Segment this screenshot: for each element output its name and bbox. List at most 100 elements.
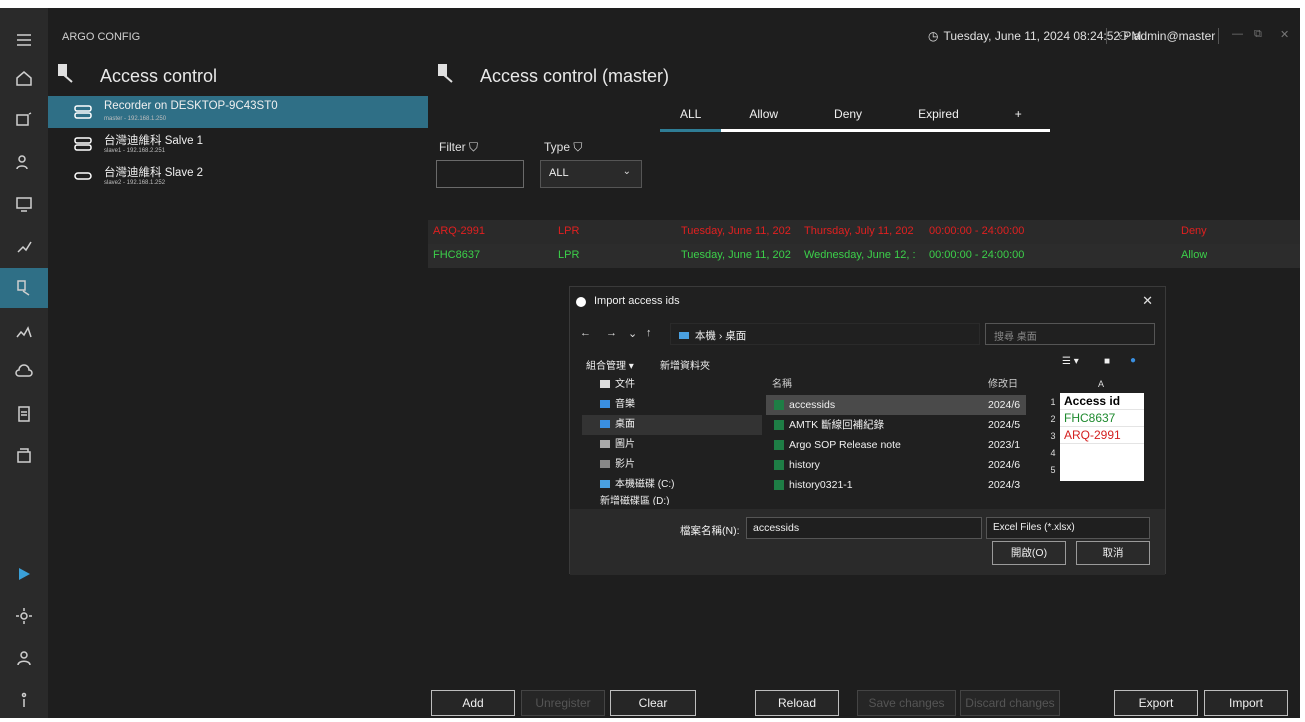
- forward-icon[interactable]: →: [606, 327, 617, 339]
- save-changes-button[interactable]: Save changes: [857, 690, 956, 716]
- type-select-value: ALL: [549, 167, 569, 179]
- funnel-icon[interactable]: ⛉: [573, 140, 582, 154]
- tab-allow[interactable]: Allow: [721, 100, 806, 132]
- device-item[interactable]: 台灣迪維科 Slave 2 slave2 - 192.168.1.252: [48, 160, 428, 192]
- filename-input[interactable]: accessids: [746, 517, 982, 539]
- back-icon[interactable]: ←: [580, 327, 591, 339]
- add-button[interactable]: Add: [431, 690, 515, 716]
- filetype-value: Excel Files (*.xlsx): [993, 522, 1075, 533]
- excel-file-icon: [774, 460, 784, 471]
- table-row[interactable]: FHC8637 LPR Tuesday, June 11, 202 Wednes…: [428, 244, 1300, 268]
- filter-label: Filter ⛉: [439, 140, 478, 155]
- view-icon[interactable]: ☰ ▾: [1062, 356, 1079, 367]
- new-folder-button[interactable]: 新增資料夾: [660, 357, 710, 372]
- preview-row-number: 2: [1050, 414, 1056, 424]
- file-date: 2024/6: [988, 399, 1021, 411]
- tree-item[interactable]: 文件: [582, 375, 762, 395]
- tree-label: 本機磁碟 (C:): [615, 479, 675, 490]
- preview-pane-icon[interactable]: ■: [1104, 356, 1110, 367]
- import-dialog: Import access ids ✕ ← → ⌄ ↑ 本機 › 桌面 搜尋 桌…: [569, 286, 1166, 575]
- open-button[interactable]: 開啟(O): [992, 541, 1066, 565]
- path-box[interactable]: 本機 › 桌面: [670, 323, 980, 345]
- home-icon[interactable]: [0, 58, 48, 98]
- tree-item[interactable]: 本機磁碟 (C:): [582, 475, 762, 495]
- filter-input[interactable]: [436, 160, 524, 188]
- report-icon[interactable]: [0, 394, 48, 434]
- dialog-toolbar: 組合管理 ▾ 新增資料夾 ☰ ▾ ■ ●: [570, 353, 1165, 375]
- minimize-icon[interactable]: —: [1232, 28, 1243, 40]
- tree-item[interactable]: 桌面: [582, 415, 762, 435]
- tree-item[interactable]: 音樂: [582, 395, 762, 415]
- file-preview: A 1 2 3 4 5 Access id FHC8637 ARQ-2991: [1046, 379, 1156, 499]
- import-button[interactable]: Import: [1204, 690, 1288, 716]
- tab-add[interactable]: +: [986, 100, 1050, 132]
- close-icon[interactable]: ✕: [1142, 293, 1153, 309]
- close-icon[interactable]: ✕: [1280, 28, 1289, 41]
- up-icon[interactable]: ↑: [646, 327, 652, 339]
- table-row[interactable]: ARQ-2991 LPR Tuesday, June 11, 202 Thurs…: [428, 220, 1300, 244]
- device-icon[interactable]: [0, 100, 48, 140]
- row-start: Tuesday, June 11, 202: [681, 225, 791, 237]
- tab-all[interactable]: ALL: [660, 100, 722, 132]
- play-logo-icon[interactable]: [0, 554, 48, 594]
- tree-item[interactable]: 影片: [582, 455, 762, 475]
- tab-expired[interactable]: Expired: [890, 100, 987, 132]
- column-name[interactable]: 名稱: [772, 375, 792, 395]
- device-item[interactable]: Recorder on DESKTOP-9C43ST0 master - 192…: [48, 96, 428, 128]
- user-menu[interactable]: ⚇ admin@master: [1118, 29, 1215, 43]
- document-icon: [600, 380, 610, 389]
- file-item[interactable]: history 2024/6: [766, 455, 1026, 475]
- file-name: Argo SOP Release note: [789, 439, 901, 451]
- device-item[interactable]: 台灣迪維科 Salve 1 slave1 - 192.168.2.251: [48, 128, 428, 160]
- access-control-icon[interactable]: [0, 268, 48, 308]
- restore-icon[interactable]: ⧉: [1254, 28, 1262, 41]
- tree-item[interactable]: 圖片: [582, 435, 762, 455]
- file-name: history0321-1: [789, 479, 853, 491]
- organize-button[interactable]: 組合管理 ▾: [586, 357, 634, 372]
- row-status: Allow: [1181, 249, 1208, 261]
- funnel-icon[interactable]: ⛉: [469, 140, 478, 154]
- type-select[interactable]: ALL ⌄: [540, 160, 642, 188]
- excel-file-icon: [774, 400, 784, 411]
- preview-cell: Access id: [1060, 393, 1144, 410]
- device-list: Recorder on DESKTOP-9C43ST0 master - 192…: [48, 96, 428, 192]
- clear-button[interactable]: Clear: [610, 690, 696, 716]
- cloud-icon[interactable]: [0, 352, 48, 392]
- analytics-icon[interactable]: [0, 310, 48, 350]
- gear-icon[interactable]: [0, 596, 48, 636]
- video-icon: [600, 460, 610, 469]
- tab-deny[interactable]: Deny: [806, 100, 891, 132]
- discard-changes-button[interactable]: Discard changes: [960, 690, 1060, 716]
- users-icon[interactable]: [0, 142, 48, 182]
- cancel-button[interactable]: 取消: [1076, 541, 1150, 565]
- chevron-down-icon[interactable]: ⌄: [628, 327, 637, 340]
- row-time: 00:00:00 - 24:00:00: [929, 225, 1025, 237]
- search-input[interactable]: 搜尋 桌面: [985, 323, 1155, 345]
- file-item[interactable]: Argo SOP Release note 2023/1: [766, 435, 1026, 455]
- filename-value: accessids: [753, 522, 800, 534]
- settings-hand-icon[interactable]: [0, 226, 48, 266]
- address-bar: ← → ⌄ ↑ 本機 › 桌面 搜尋 桌面: [570, 319, 1165, 349]
- tree-label: 音樂: [615, 399, 635, 410]
- help-icon[interactable]: ●: [1130, 355, 1136, 366]
- preview-row-number: 5: [1050, 465, 1056, 475]
- file-name: history: [789, 459, 820, 471]
- info-icon[interactable]: [0, 680, 48, 718]
- filetype-select[interactable]: Excel Files (*.xlsx): [986, 517, 1150, 539]
- user-name: admin@master: [1133, 29, 1216, 43]
- file-item[interactable]: accessids 2024/6: [766, 395, 1026, 415]
- unregister-button[interactable]: Unregister: [521, 690, 605, 716]
- left-panel-title: Access control: [100, 66, 218, 86]
- row-status: Deny: [1181, 225, 1207, 237]
- export-button[interactable]: Export: [1114, 690, 1198, 716]
- user-icon[interactable]: [0, 638, 48, 678]
- file-item[interactable]: AMTK 斷線回補紀錄 2024/5: [766, 415, 1026, 435]
- log-icon[interactable]: [0, 436, 48, 476]
- left-panel-header: Access control: [48, 58, 428, 96]
- file-item[interactable]: history0321-1 2024/3: [766, 475, 1026, 495]
- monitor-icon[interactable]: [0, 184, 48, 224]
- menu-icon[interactable]: [0, 20, 48, 60]
- preview-cell: FHC8637: [1060, 410, 1144, 427]
- tree-item[interactable]: 新增磁碟區 (D:): [582, 495, 762, 505]
- reload-button[interactable]: Reload: [755, 690, 839, 716]
